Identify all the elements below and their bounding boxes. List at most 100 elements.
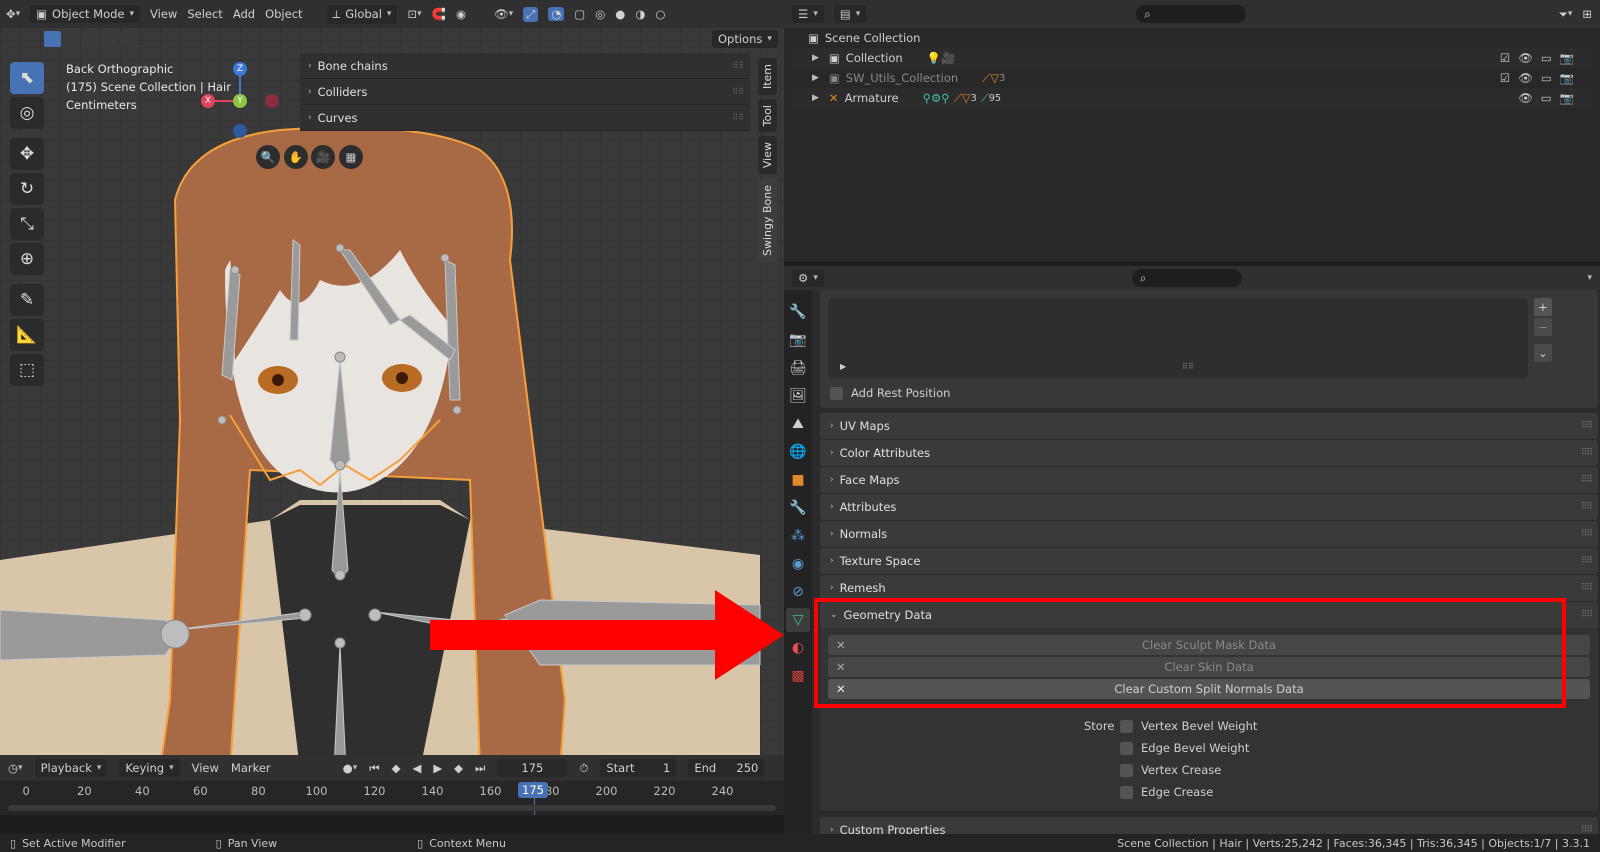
tab-tool[interactable]: Tool: [758, 99, 777, 133]
timeline-view-menu[interactable]: View: [192, 761, 219, 775]
rendered-shading-icon[interactable]: ○: [655, 7, 665, 21]
section-geometry-data[interactable]: ⌄ Geometry Data ⠿⠿: [820, 602, 1598, 628]
section-color-attributes[interactable]: › Color Attributes ⠿⠿: [820, 440, 1598, 466]
clear-custom-split-normals-button[interactable]: ✕ Clear Custom Split Normals Data: [828, 679, 1590, 699]
render-tab-icon[interactable]: 📷: [786, 328, 810, 352]
zoom-icon[interactable]: 🔍: [256, 145, 280, 169]
clock-icon[interactable]: ⏱: [579, 761, 588, 776]
row-toggles[interactable]: 👁▭📷: [1518, 91, 1582, 105]
display-mode-icon[interactable]: ▤ ▾: [833, 5, 867, 23]
jump-end-icon[interactable]: ⏭: [475, 761, 485, 776]
material-tab-icon[interactable]: ◐: [786, 636, 810, 660]
xray-icon[interactable]: ▢: [574, 7, 585, 21]
view-layer-tab-icon[interactable]: 🖼: [786, 384, 810, 408]
checkbox[interactable]: [1120, 763, 1133, 777]
texture-tab-icon[interactable]: ▩: [786, 664, 810, 688]
keying-menu[interactable]: Keying ▾: [119, 759, 180, 777]
properties-search-input[interactable]: ⌕: [1131, 269, 1242, 287]
select-invert-icon[interactable]: [101, 31, 118, 47]
add-item-button[interactable]: +: [1534, 298, 1552, 316]
timeline-editor-icon[interactable]: ◷ ▾: [8, 761, 23, 775]
ortho-grid-icon[interactable]: ▦: [338, 145, 363, 169]
gizmo-x[interactable]: X: [201, 94, 215, 108]
measure-tool-icon[interactable]: 📐: [10, 319, 44, 351]
remove-item-button[interactable]: −: [1534, 318, 1552, 336]
material-shading-icon[interactable]: ◑: [635, 7, 645, 21]
orientation-dropdown[interactable]: ⟂ Global ▾: [326, 4, 398, 24]
gizmo-y[interactable]: Y: [233, 94, 247, 108]
outliner-row-armature[interactable]: ▶ ✕ Armature ⚲⚙⚲ ⟋▽ 3 ⟋ 95 👁▭📷: [792, 88, 1592, 108]
playhead[interactable]: 175: [518, 782, 548, 798]
row-toggles[interactable]: ☑👁▭📷: [1500, 51, 1582, 65]
outliner-row-sw-utils[interactable]: ▶ ▣ SW_Utils_Collection ⟋▽ 3 ☑👁▭📷: [792, 68, 1592, 88]
section-attributes[interactable]: › Attributes ⠿⠿: [820, 494, 1598, 520]
chevron-down-icon[interactable]: ▾: [1587, 273, 1592, 283]
section-normals[interactable]: › Normals ⠿⠿: [820, 521, 1598, 547]
checkbox[interactable]: [1120, 785, 1133, 799]
world-tab-icon[interactable]: 🌐: [786, 440, 810, 464]
options-dropdown[interactable]: Options ▾: [712, 30, 778, 48]
menu-object[interactable]: Object: [265, 7, 302, 21]
visibility-icon[interactable]: 👁 ▾: [494, 7, 513, 21]
filter-icon[interactable]: ⏷ ▾: [1559, 7, 1573, 22]
panel-curves[interactable]: › Curves ⠿⠿: [300, 105, 750, 131]
new-collection-icon[interactable]: ⊞: [1582, 7, 1592, 21]
section-remesh[interactable]: › Remesh ⠿⠿: [820, 575, 1598, 601]
list-resize-grip[interactable]: ⠿⠿: [1182, 362, 1194, 371]
start-frame-field[interactable]: Start 1: [600, 759, 677, 777]
timeline-scrubber[interactable]: 0 20 40 60 80 100 120 140 160 180 200 220 240 175: [0, 781, 784, 815]
play-icon[interactable]: ▶: [433, 761, 442, 775]
modifier-tab-icon[interactable]: 🔧: [786, 496, 810, 520]
mode-dropdown[interactable]: ▣ Object Mode ▾: [30, 5, 141, 23]
gizmo-icon[interactable]: ⤢: [523, 6, 539, 22]
rotate-tool-icon[interactable]: ↻: [10, 173, 44, 205]
outliner-editor-icon[interactable]: ☰ ▾: [792, 5, 824, 23]
expand-icon[interactable]: ▶: [812, 53, 819, 63]
annotate-tool-icon[interactable]: ✎: [10, 284, 44, 316]
section-texture-space[interactable]: › Texture Space ⠿⠿: [820, 548, 1598, 574]
select-subtract-icon[interactable]: [82, 31, 99, 47]
play-reverse-icon[interactable]: ◀: [412, 761, 421, 775]
list-menu-button[interactable]: ⌄: [1534, 344, 1552, 362]
properties-editor-icon[interactable]: ⚙ ▾: [792, 269, 824, 287]
prev-keyframe-icon[interactable]: ◆: [392, 761, 401, 775]
output-tab-icon[interactable]: 🖨: [786, 356, 810, 380]
data-tab-icon[interactable]: ▽: [786, 608, 810, 632]
move-tool-icon[interactable]: ✥: [10, 138, 44, 170]
gizmo-z[interactable]: Z: [233, 62, 247, 76]
select-extend-icon[interactable]: [63, 31, 80, 47]
add-rest-position-row[interactable]: Add Rest Position: [828, 386, 1590, 400]
select-intersect-icon[interactable]: [120, 31, 137, 47]
select-new-icon[interactable]: [44, 31, 61, 47]
object-tab-icon[interactable]: ■: [786, 468, 810, 492]
timeline-scrollbar[interactable]: [8, 805, 776, 811]
checkbox[interactable]: [1120, 719, 1133, 733]
playback-menu[interactable]: Playback ▾: [34, 759, 108, 777]
marker-menu[interactable]: Marker: [231, 761, 271, 775]
expand-icon[interactable]: ▶: [812, 73, 819, 83]
jump-start-icon[interactable]: ⏮: [369, 761, 379, 776]
outliner-row-collection[interactable]: ▶ ▣ Collection 💡🎥 ☑👁▭📷: [792, 48, 1592, 68]
tab-item[interactable]: Item: [758, 58, 777, 96]
wireframe-shading-icon[interactable]: ◎: [595, 7, 605, 21]
edge-crease-row[interactable]: Edge Crease: [1120, 785, 1213, 799]
panel-bone-chains[interactable]: › Bone chains ⠿⠿: [300, 53, 750, 79]
section-face-maps[interactable]: › Face Maps ⠿⠿: [820, 467, 1598, 493]
overlay-icon[interactable]: ◔: [548, 7, 565, 21]
end-frame-field[interactable]: End 250: [688, 759, 765, 777]
constraints-tab-icon[interactable]: ⊘: [786, 580, 810, 604]
physics-tab-icon[interactable]: ◉: [786, 552, 810, 576]
tab-swingy-bone[interactable]: Swingy Bone: [758, 178, 777, 262]
add-cube-tool-icon[interactable]: ⬚: [10, 354, 44, 386]
editor-type-icon[interactable]: ✥ ▾: [6, 7, 20, 21]
menu-view[interactable]: View: [150, 7, 177, 21]
vertex-bevel-weight-row[interactable]: Vertex Bevel Weight: [1120, 719, 1257, 733]
pan-hand-icon[interactable]: ✋: [283, 145, 308, 169]
tab-view[interactable]: View: [758, 136, 777, 175]
pivot-icon[interactable]: ⊡ ▾: [407, 7, 421, 21]
select-box-tool-icon[interactable]: ⬉: [10, 62, 44, 94]
row-toggles[interactable]: ☑👁▭📷: [1500, 71, 1582, 85]
tool-tab-icon[interactable]: 🔧: [786, 300, 810, 324]
clear-sculpt-mask-button[interactable]: ✕ Clear Sculpt Mask Data: [828, 635, 1590, 655]
proportional-icon[interactable]: ◉: [456, 7, 466, 21]
